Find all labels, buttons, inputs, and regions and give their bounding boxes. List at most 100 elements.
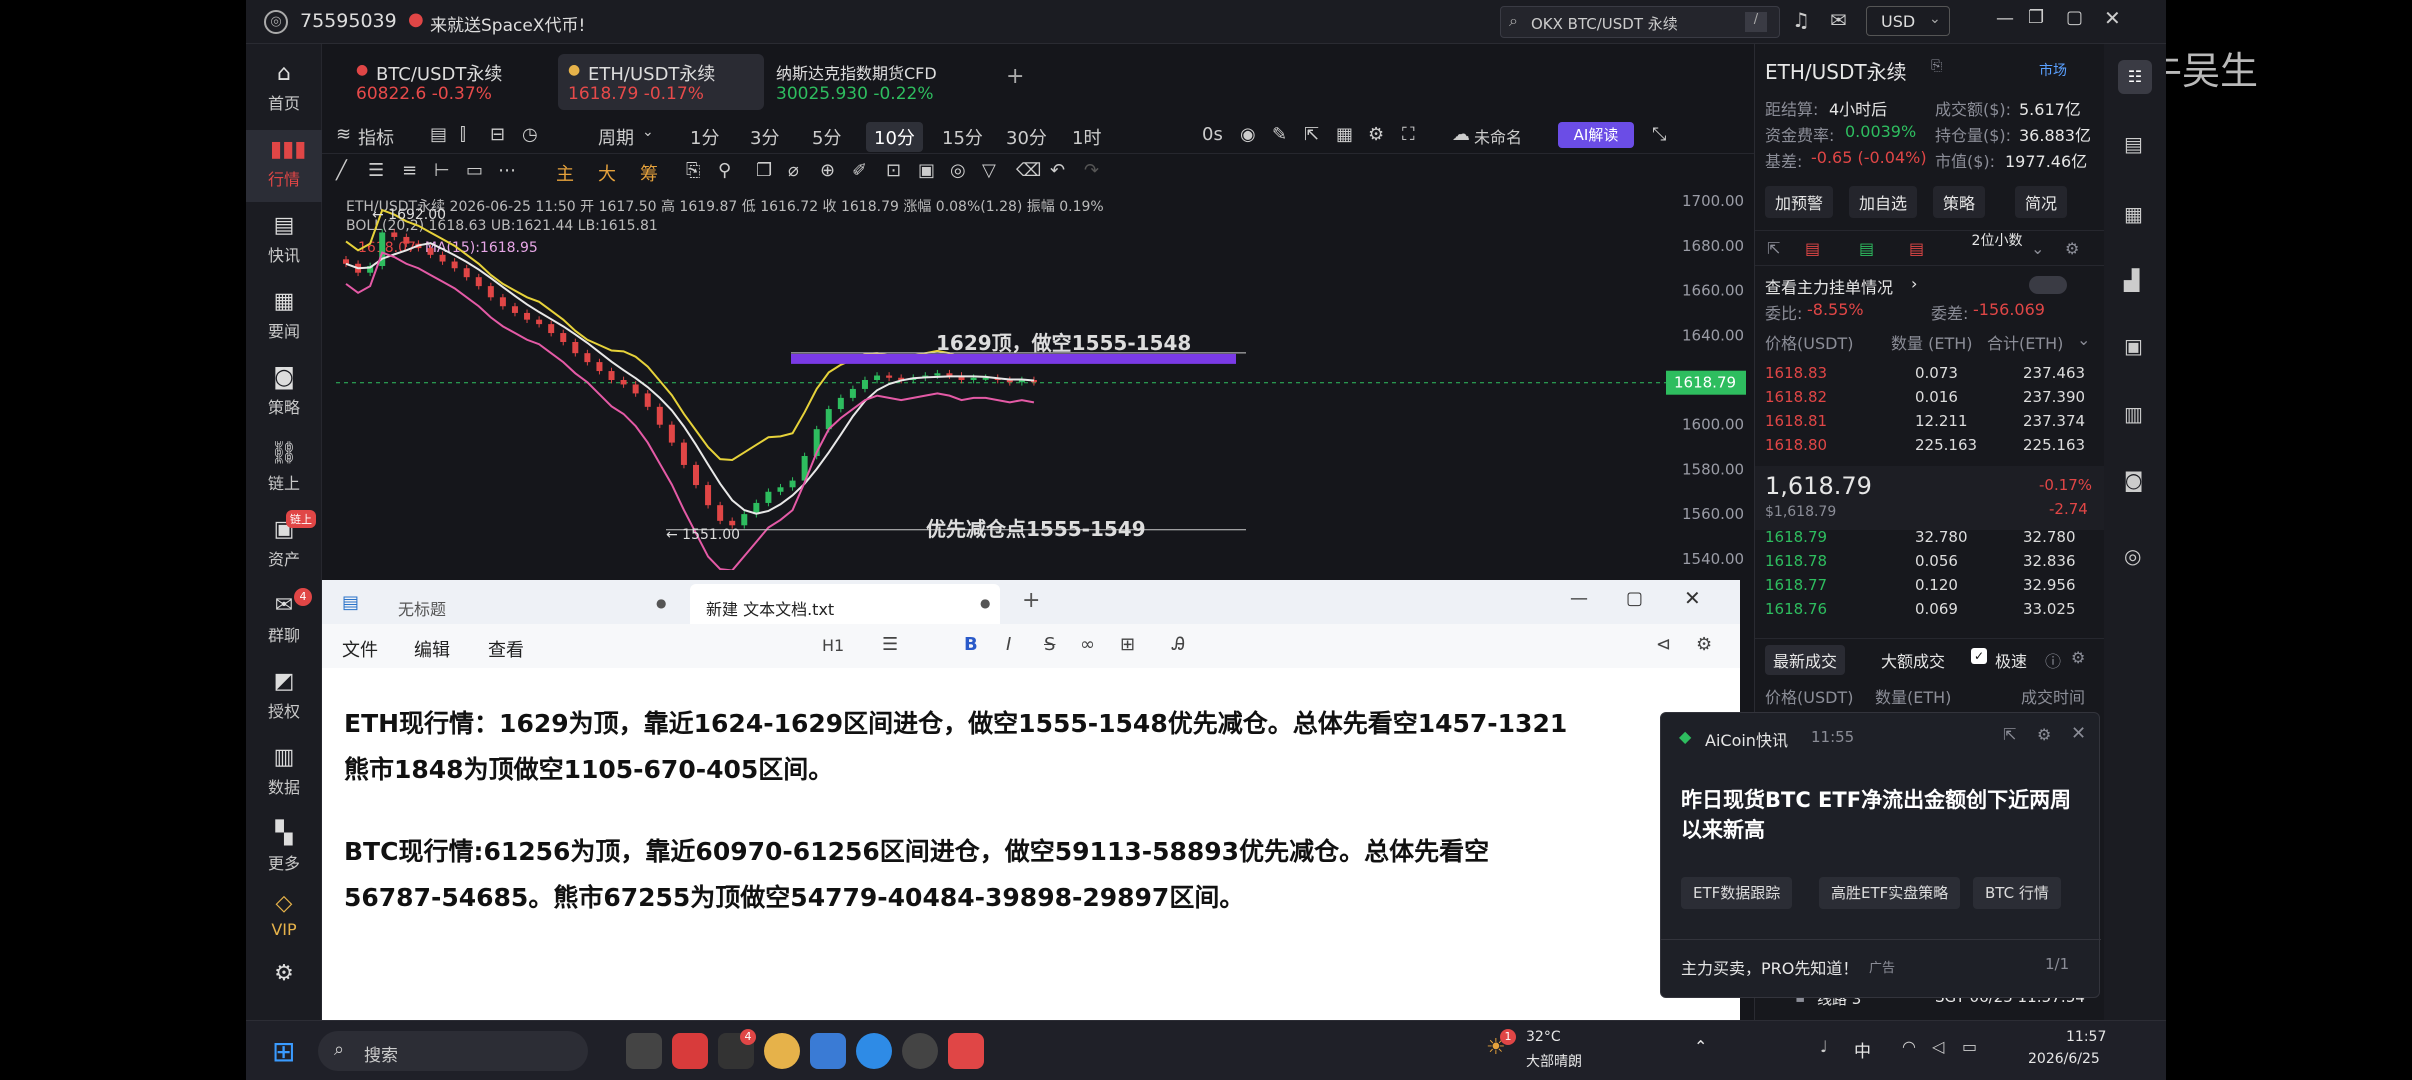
rect-tool-icon[interactable]: ▭	[466, 160, 483, 181]
copy-icon[interactable]: ⎘	[1931, 58, 1942, 74]
bot-icon[interactable]: ◙	[2124, 468, 2143, 492]
indicator-button[interactable]: 指标	[358, 124, 394, 150]
ai-button[interactable]: AI解读	[1558, 122, 1634, 148]
main-force-button[interactable]: 主	[556, 160, 574, 186]
fullscreen-icon[interactable]: ⛶	[1402, 124, 1415, 145]
notes-icon[interactable]: ▤	[2124, 132, 2143, 156]
chip-etf-data[interactable]: ETF数据跟踪	[1681, 877, 1793, 909]
notepad-tab-new[interactable]: 新建 文本文档.txt ●	[690, 584, 1000, 624]
chrome-like-icon[interactable]	[764, 1033, 800, 1069]
magic-icon[interactable]: ⚲	[718, 160, 731, 181]
main-orders-link[interactable]: 查看主力挂单情况	[1765, 274, 1893, 298]
popup-ad-text[interactable]: 主力买卖，PRO先知道！	[1681, 955, 1858, 979]
nav-data[interactable]: ▥ 数据	[246, 738, 322, 810]
globe-icon[interactable]: ◎	[2124, 544, 2141, 568]
volume-icon[interactable]: ◁	[1932, 1037, 1944, 1056]
tab-eth[interactable]: ● ETH/USDT永续 1618.79 -0.17%	[558, 54, 764, 110]
bold-icon[interactable]: B	[964, 634, 978, 655]
eye-icon[interactable]: ◎	[950, 160, 966, 181]
book-both-icon[interactable]: ▤	[1805, 239, 1820, 258]
close-icon[interactable]: ✕	[1684, 586, 1701, 610]
period-5m[interactable]: 5分	[812, 124, 841, 150]
zoom-icon[interactable]: ⊕	[820, 160, 835, 181]
book-bids-icon[interactable]: ▤	[1859, 239, 1874, 258]
time-icon[interactable]: ◷	[522, 124, 538, 145]
book-row[interactable]: 1618.81 12.211 237.374	[1755, 410, 2105, 434]
italic-icon[interactable]: I	[1006, 634, 1011, 655]
more-tools-icon[interactable]: ⋯	[498, 160, 516, 181]
book-layout-icon[interactable]: ⇱	[1767, 239, 1780, 258]
calc-icon[interactable]: ▣	[2124, 334, 2143, 358]
book-row[interactable]: 1618.78 0.056 32.836	[1755, 550, 2105, 574]
trash-icon[interactable]: ⌫	[1016, 160, 1041, 181]
maximize-icon[interactable]: ▢	[1626, 588, 1643, 609]
taskbar-search[interactable]: ⌕ 搜索	[318, 1031, 588, 1071]
indicator-icon[interactable]: ≋	[336, 124, 351, 145]
notepad-editor[interactable]: ETH现行情：1629为顶，靠近1624-1629区间进仓，做空1555-154…	[322, 668, 1740, 1020]
avatar-icon[interactable]: ◎	[264, 10, 288, 34]
nav-auth[interactable]: ◩ 授权	[246, 662, 322, 734]
overview-button[interactable]: 简况	[2015, 186, 2068, 218]
close-icon[interactable]: ✕	[2104, 6, 2121, 30]
list-icon[interactable]: ☰	[882, 634, 898, 655]
add-tab-icon[interactable]: +	[1006, 64, 1024, 89]
nav-headlines[interactable]: ▦ 要闻	[246, 282, 322, 354]
nav-vip[interactable]: ◇ VIP	[246, 884, 322, 956]
settings-icon[interactable]: ⚙	[2071, 648, 2085, 667]
tab-latest-trades[interactable]: 最新成交	[1765, 645, 1846, 675]
info-icon[interactable]: ⓘ	[2045, 648, 2061, 672]
undo-icon[interactable]: ↶	[1050, 160, 1065, 181]
flow-icon[interactable]: ▥	[2124, 402, 2143, 426]
book-row[interactable]: 1618.76 0.069 33.025	[1755, 598, 2105, 622]
chip-btc[interactable]: BTC 行情	[1973, 877, 2061, 909]
watchlist-button[interactable]: 加自选	[1849, 186, 1918, 218]
period-3m[interactable]: 3分	[750, 124, 779, 150]
search-box[interactable]: ⌕ OKX BTC/USDT 永续 /	[1500, 6, 1780, 38]
minimize-icon[interactable]: —	[1996, 8, 2014, 29]
note-icon[interactable]: ▣	[918, 160, 935, 181]
nav-news[interactable]: ▤ 快讯	[246, 206, 322, 278]
period-button[interactable]: 周期	[598, 124, 634, 150]
period-10m[interactable]: 10分	[866, 122, 923, 152]
pen-icon[interactable]: ✎	[1272, 124, 1287, 145]
add-tab-icon[interactable]: +	[1022, 588, 1040, 613]
nav-home[interactable]: ⌂ 首页	[246, 54, 322, 126]
measure-tool-icon[interactable]: ⊢	[434, 160, 450, 181]
stats-icon[interactable]: ▟	[2124, 268, 2139, 292]
period-1m[interactable]: 1分	[690, 124, 719, 150]
nav-onchain[interactable]: ⛓ 链上	[246, 434, 322, 506]
book-row[interactable]: 1618.83 0.073 237.463	[1755, 362, 2105, 386]
alert-button[interactable]: 加预警	[1765, 186, 1834, 218]
active-app-icon[interactable]	[948, 1033, 984, 1069]
currency-select[interactable]: USD ⌄	[1866, 6, 1950, 36]
tray-chevron-icon[interactable]: ⌃	[1694, 1037, 1707, 1056]
compare-icon[interactable]: ⊟	[490, 124, 505, 145]
tab-nasdaq[interactable]: 纳斯达克指数期货CFD 30025.930 -0.22%	[776, 54, 1016, 110]
book-row[interactable]: 1618.82 0.016 237.390	[1755, 386, 2105, 410]
camera-icon[interactable]: ◉	[1240, 124, 1256, 145]
heading-select[interactable]: H1	[822, 636, 844, 655]
media-icon[interactable]	[902, 1033, 938, 1069]
notepad-tab-untitled[interactable]: 无标题 ●	[374, 584, 674, 624]
restore-icon[interactable]: ❐	[2028, 7, 2044, 28]
menu-file[interactable]: 文件	[342, 636, 378, 662]
settings-icon[interactable]: ⚙	[1368, 124, 1384, 145]
depth-select[interactable]: 2位小数	[1967, 233, 2027, 249]
copy-icon[interactable]: ⎘	[686, 160, 700, 181]
wps-icon[interactable]	[672, 1033, 708, 1069]
book-row[interactable]: 1618.80 225.163 225.163	[1755, 434, 2105, 458]
table-icon[interactable]: ⊞	[1120, 634, 1135, 655]
grid-icon[interactable]: ▦	[1336, 124, 1353, 145]
candle-icon[interactable]: ⫿	[460, 124, 466, 145]
main-orders-toggle[interactable]	[2029, 276, 2067, 294]
notepad-task-icon[interactable]	[810, 1033, 846, 1069]
period-30m[interactable]: 30分	[1006, 124, 1047, 150]
chips-button[interactable]: 筹	[640, 160, 658, 186]
book-row[interactable]: 1618.77 0.120 32.956	[1755, 574, 2105, 598]
period-15m[interactable]: 15分	[942, 124, 983, 150]
tab-large-trades[interactable]: 大额成交	[1881, 648, 1945, 672]
megaphone-icon[interactable]: ⊲	[1656, 634, 1671, 655]
hline-tool-icon[interactable]: ☰	[368, 160, 384, 181]
open-external-icon[interactable]: ⇱	[2003, 725, 2016, 744]
layout-icon[interactable]: ▤	[430, 124, 447, 145]
